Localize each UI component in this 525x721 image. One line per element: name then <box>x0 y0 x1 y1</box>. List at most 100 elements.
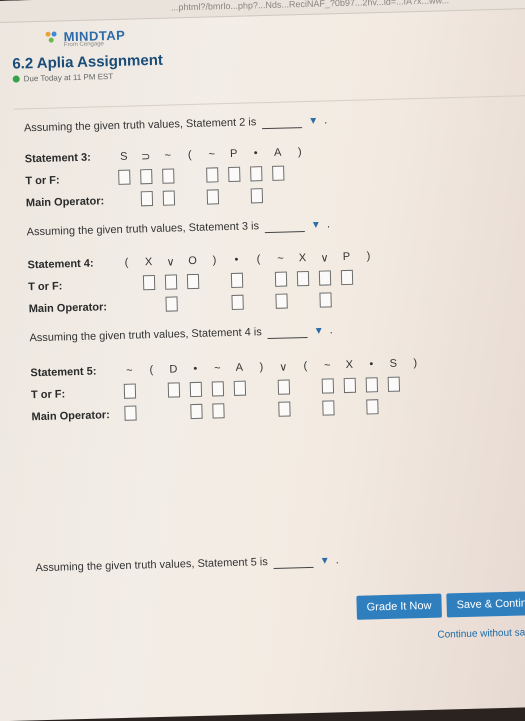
assignment-title: 6.2 Aplia Assignment <box>12 51 164 73</box>
symbol: X <box>345 358 354 372</box>
main-operator-input[interactable] <box>165 296 178 312</box>
main-operator-input[interactable] <box>275 293 288 309</box>
continue-without-saving-link[interactable]: Continue without saving <box>437 627 525 641</box>
screen: ...phtml?/bmrlo...php?...Nds...ReciNAF_?… <box>0 0 525 721</box>
symbol: ⊃ <box>141 150 151 163</box>
tf-input[interactable] <box>228 166 241 183</box>
symbol: ∨ <box>166 255 175 269</box>
tf-input[interactable] <box>272 165 285 181</box>
tf-input[interactable] <box>140 169 153 185</box>
statement3-answer-dropdown[interactable] <box>264 218 306 233</box>
main-operator-input[interactable] <box>140 191 154 207</box>
tf-input[interactable] <box>343 377 357 394</box>
tf-input[interactable] <box>206 167 219 183</box>
tf-input[interactable] <box>277 379 291 395</box>
symbol: ~ <box>126 364 133 377</box>
symbol: X <box>144 256 153 269</box>
mindtap-logo-icon <box>45 30 59 43</box>
tf-input[interactable] <box>250 166 263 182</box>
main-operator-input[interactable] <box>124 405 137 421</box>
tf-input[interactable] <box>189 381 203 398</box>
status-dot-icon <box>12 75 20 83</box>
statement2-answer-dropdown[interactable] <box>262 114 303 129</box>
symbol: O <box>188 254 197 268</box>
main-operator-label: Main Operator: <box>28 301 108 316</box>
main-operator-input[interactable] <box>231 294 244 310</box>
statement5-answer-dropdown[interactable] <box>273 554 314 569</box>
statement4-block: Statement 4: ( X ∨ O ) • ( ~ X ∨ P ) T o… <box>27 244 425 320</box>
tf-label: T or F: <box>25 174 60 188</box>
symbol: ~ <box>277 252 284 265</box>
symbol: • <box>253 147 258 160</box>
symbol: ∨ <box>279 361 288 374</box>
symbol: ) <box>212 254 217 267</box>
tf-input[interactable] <box>296 270 310 287</box>
statement3-label: Statement 3: <box>24 151 91 166</box>
prompt-text: Assuming the given truth values, Stateme… <box>26 220 260 239</box>
symbol: S <box>119 150 128 163</box>
tf-input[interactable] <box>365 377 379 393</box>
tf-label: T or F: <box>30 388 66 402</box>
statement4-answer-dropdown[interactable] <box>267 324 308 339</box>
symbol: X <box>298 252 307 265</box>
statement5-prompt: Assuming the given truth values, Stateme… <box>35 554 339 575</box>
tf-input[interactable] <box>211 381 225 397</box>
symbol: ~ <box>213 362 221 375</box>
tf-input[interactable] <box>142 274 156 291</box>
grade-it-now-button[interactable]: Grade It Now <box>356 593 442 620</box>
due-text: Due Today at 11 PM EST <box>23 72 114 84</box>
browser-url-bar[interactable]: ...phtml?/bmrlo...php?...Nds...ReciNAF_?… <box>0 0 525 24</box>
caret-down-icon[interactable]: ▼ <box>320 555 330 566</box>
symbol: • <box>369 358 374 371</box>
tf-input[interactable] <box>123 383 137 399</box>
caret-down-icon[interactable]: ▼ <box>308 115 318 126</box>
symbol: ) <box>366 250 371 263</box>
tf-input[interactable] <box>118 169 131 185</box>
main-operator-input[interactable] <box>250 188 264 204</box>
caret-down-icon[interactable]: ▼ <box>311 219 321 230</box>
caret-down-icon[interactable]: ▼ <box>314 325 324 336</box>
symbol: A <box>235 361 244 374</box>
statement5-block: Statement 5: ~ ( D • ~ A ) ∨ ( ~ X • S )… <box>30 352 428 428</box>
tf-input[interactable] <box>340 269 354 286</box>
symbol: ( <box>124 256 129 269</box>
main-operator-input[interactable] <box>366 399 379 415</box>
tf-input[interactable] <box>230 272 244 288</box>
symbol: A <box>273 146 282 159</box>
question-content: Assuming the given truth values, Stateme… <box>24 108 432 578</box>
symbol: ) <box>259 361 264 374</box>
tf-input[interactable] <box>318 270 332 286</box>
symbol: ( <box>149 364 154 377</box>
symbol: ( <box>187 148 192 162</box>
tf-label: T or F: <box>28 280 63 294</box>
tf-input[interactable] <box>186 273 200 290</box>
header: MINDTAP From Cengage 6.2 Aplia Assignmen… <box>11 27 163 84</box>
tf-input[interactable] <box>167 382 181 398</box>
symbol: ~ <box>164 149 172 162</box>
main-operator-input[interactable] <box>206 189 220 205</box>
main-operator-input[interactable] <box>322 400 335 416</box>
symbol: • <box>193 362 198 376</box>
statement3-prompt: Assuming the given truth values, Stateme… <box>26 218 331 239</box>
main-operator-input[interactable] <box>190 403 203 420</box>
symbol: P <box>342 250 351 264</box>
main-operator-input[interactable] <box>212 403 225 419</box>
symbol: D <box>169 363 178 376</box>
symbol: ~ <box>323 359 331 372</box>
save-continue-button[interactable]: Save & Continue <box>446 590 525 618</box>
tf-input[interactable] <box>274 271 288 287</box>
tf-input[interactable] <box>164 274 178 290</box>
tf-input[interactable] <box>233 380 247 396</box>
symbol: P <box>229 147 238 160</box>
symbol: ( <box>256 253 261 266</box>
tf-input[interactable] <box>321 378 335 394</box>
main-operator-input[interactable] <box>162 190 176 206</box>
statement4-prompt: Assuming the given truth values, Stateme… <box>29 324 333 345</box>
main-operator-input[interactable] <box>278 401 291 417</box>
statement2-prompt: Assuming the given truth values, Stateme… <box>23 114 328 135</box>
main-operator-input[interactable] <box>319 292 332 308</box>
header-divider <box>13 95 525 110</box>
symbol: ) <box>297 146 302 159</box>
tf-input[interactable] <box>162 168 175 184</box>
tf-input[interactable] <box>387 376 401 392</box>
